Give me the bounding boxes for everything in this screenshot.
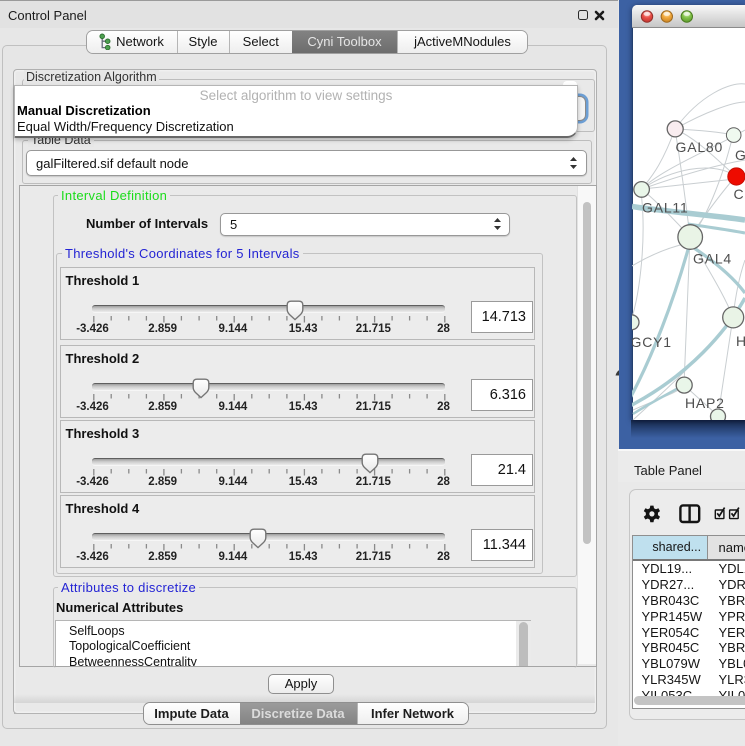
svg-text:GCY1: GCY1 [632, 334, 672, 350]
svg-text:GAL4: GAL4 [693, 251, 732, 267]
svg-text:HAP2: HAP2 [685, 395, 725, 411]
svg-text:H: H [736, 333, 745, 349]
svg-text:GAL80: GAL80 [676, 139, 724, 155]
svg-text:GAL11: GAL11 [642, 200, 689, 216]
svg-text:C: C [734, 186, 745, 202]
svg-text:GA: GA [735, 147, 745, 163]
